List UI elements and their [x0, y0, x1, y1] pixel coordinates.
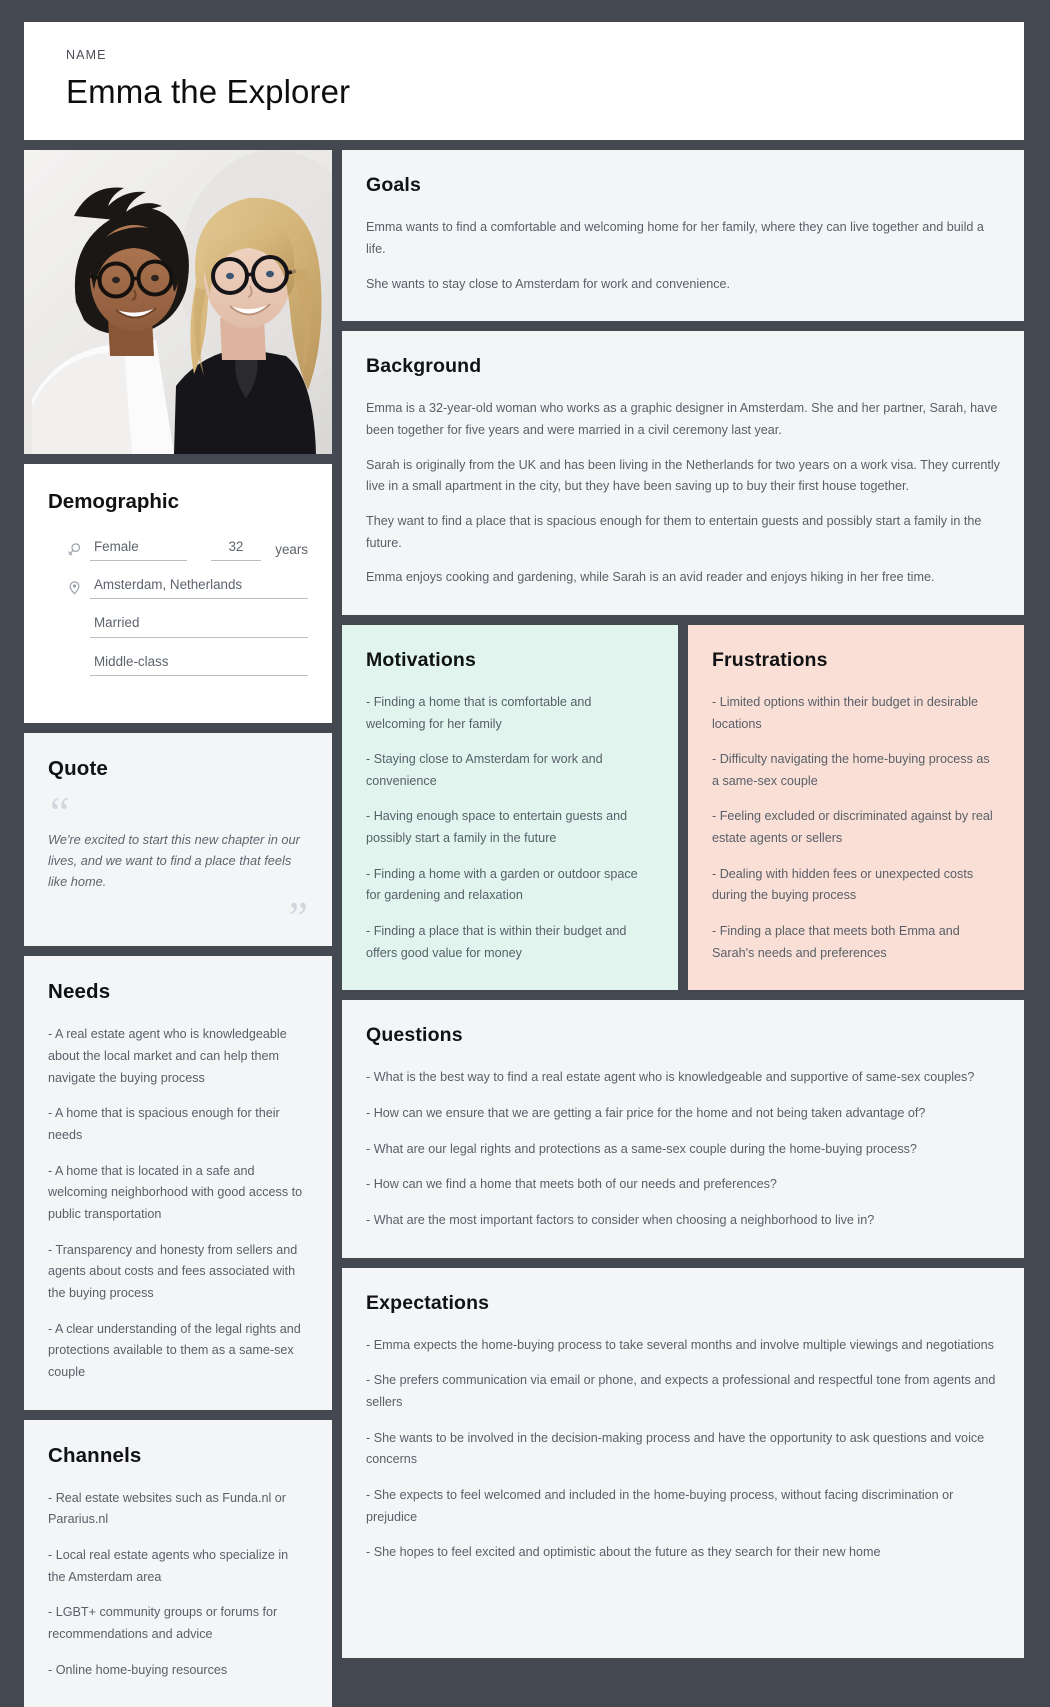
list-item: - Limited options within their budget in… — [712, 694, 979, 731]
background-card: Background Emma is a 32-year-old woman w… — [342, 331, 1024, 615]
list-item: - What are the most important factors to… — [366, 1213, 875, 1228]
list-item: - Emma expects the home-buying process t… — [366, 1337, 994, 1352]
expectations-title: Expectations — [366, 1291, 490, 1314]
page-title: Emma the Explorer — [66, 73, 351, 110]
demographic-fields: Female 32 years Amsterdam, Netherlands M… — [48, 538, 308, 676]
background-paragraph: Emma is a 32-year-old woman who works as… — [366, 401, 998, 437]
needs-title: Needs — [48, 980, 111, 1004]
age-field[interactable]: 32 — [210, 538, 262, 562]
board-columns: Demographic Female 32 years Amsterdam, N… — [24, 150, 1024, 1707]
list-item: - She wants to be involved in the decisi… — [366, 1430, 985, 1467]
demographic-row-location: Amsterdam, Netherlands — [64, 576, 308, 600]
list-item: - A home that is spacious enough for the… — [48, 1106, 280, 1142]
needs-card: Needs - A real estate agent who is knowl… — [24, 956, 332, 1410]
demographic-card: Demographic Female 32 years Amsterdam, N… — [24, 464, 332, 723]
list-item: - Finding a home with a garden or outdoo… — [366, 866, 638, 903]
quote-text: We're excited to start this new chapter … — [48, 831, 300, 890]
quote-close-mark: ” — [288, 893, 308, 943]
list-item: - A home that is located in a safe and w… — [48, 1163, 303, 1221]
list-item: - A clear understanding of the legal rig… — [48, 1321, 301, 1379]
goals-paragraph: Emma wants to find a comfortable and wel… — [366, 220, 984, 256]
list-item: - Transparency and honesty from sellers … — [48, 1242, 298, 1300]
frustrations-title: Frustrations — [712, 648, 828, 671]
list-item: - How can we find a home that meets both… — [366, 1177, 777, 1192]
list-item: - How can we ensure that we are getting … — [366, 1106, 926, 1121]
list-item: - Real estate websites such as Funda.nl … — [48, 1490, 287, 1527]
quote-title: Quote — [48, 756, 108, 780]
quote-open-mark: “ — [50, 787, 70, 837]
location-pin-icon — [64, 580, 84, 595]
list-item: - A real estate agent who is knowledgeab… — [48, 1027, 287, 1085]
list-item: - Dealing with hidden fees or unexpected… — [712, 866, 974, 903]
channels-title: Channels — [48, 1443, 142, 1467]
motivations-title: Motivations — [366, 648, 476, 671]
list-item: - Online home-buying resources — [48, 1662, 228, 1677]
list-item: - Local real estate agents who specializ… — [48, 1547, 289, 1584]
list-item: - Finding a place that meets both Emma a… — [712, 924, 960, 960]
expectations-card: Expectations - Emma expects the home-buy… — [342, 1267, 1024, 1658]
female-gender-icon — [64, 542, 84, 557]
questions-card: Questions - What is the best way to find… — [342, 1000, 1024, 1258]
left-column: Demographic Female 32 years Amsterdam, N… — [24, 150, 332, 1707]
list-item: - She expects to feel welcomed and inclu… — [366, 1487, 954, 1524]
questions-title: Questions — [366, 1024, 463, 1047]
marital-status-field[interactable]: Married — [90, 614, 308, 638]
list-item: - Feeling excluded or discriminated agai… — [712, 809, 993, 846]
goals-card: Goals Emma wants to find a comfortable a… — [342, 150, 1024, 322]
list-item: - Finding a home that is comfortable and… — [366, 694, 592, 731]
name-field-label: NAME — [66, 48, 107, 62]
background-title: Background — [366, 355, 482, 378]
channels-card: Channels - Real estate websites such as … — [24, 1419, 332, 1707]
list-item: - What are our legal rights and protecti… — [366, 1141, 917, 1156]
list-item: - She prefers communication via email or… — [366, 1373, 996, 1410]
quote-card: Quote “ We're excited to start this new … — [24, 732, 332, 947]
location-field[interactable]: Amsterdam, Netherlands — [90, 576, 308, 600]
demographic-title: Demographic — [48, 490, 179, 514]
age-unit-label: years — [275, 542, 308, 558]
gender-field[interactable]: Female — [90, 538, 187, 562]
list-item: - LGBT+ community groups or forums for r… — [48, 1605, 278, 1641]
background-paragraph: They want to find a place that is spacio… — [366, 513, 982, 550]
demographic-row-marital: Married — [64, 614, 308, 638]
goals-title: Goals — [366, 174, 421, 197]
list-item: - Having enough space to entertain guest… — [366, 809, 628, 846]
list-item: - Staying close to Amsterdam for work an… — [366, 752, 603, 788]
right-column: Goals Emma wants to find a comfortable a… — [342, 150, 1024, 1658]
motivations-card: Motivations - Finding a home that is com… — [342, 624, 678, 991]
goals-paragraph: She wants to stay close to Amsterdam for… — [366, 276, 731, 291]
list-item: - She hopes to feel excited and optimist… — [366, 1545, 881, 1560]
persona-header-card: NAME Emma the Explorer — [24, 22, 1024, 141]
list-item: - What is the best way to find a real es… — [366, 1070, 975, 1085]
demographic-row-gender-age: Female 32 years — [64, 538, 308, 562]
persona-photo-illustration — [24, 150, 332, 455]
persona-board: NAME Emma the Explorer Demographic Femal… — [0, 0, 1050, 1707]
persona-photo — [24, 150, 332, 455]
social-class-field[interactable]: Middle-class — [90, 653, 308, 676]
demographic-row-class: Middle-class — [64, 653, 308, 676]
frustrations-card: Frustrations - Limited options within th… — [688, 624, 1024, 991]
background-paragraph: Emma enjoys cooking and gardening, while… — [366, 570, 935, 585]
motivations-frustrations-row: Motivations - Finding a home that is com… — [342, 624, 1024, 991]
list-item: - Finding a place that is within their b… — [366, 924, 627, 960]
list-item: - Difficulty navigating the home-buying … — [712, 752, 990, 788]
background-paragraph: Sarah is originally from the UK and has … — [366, 457, 1000, 494]
